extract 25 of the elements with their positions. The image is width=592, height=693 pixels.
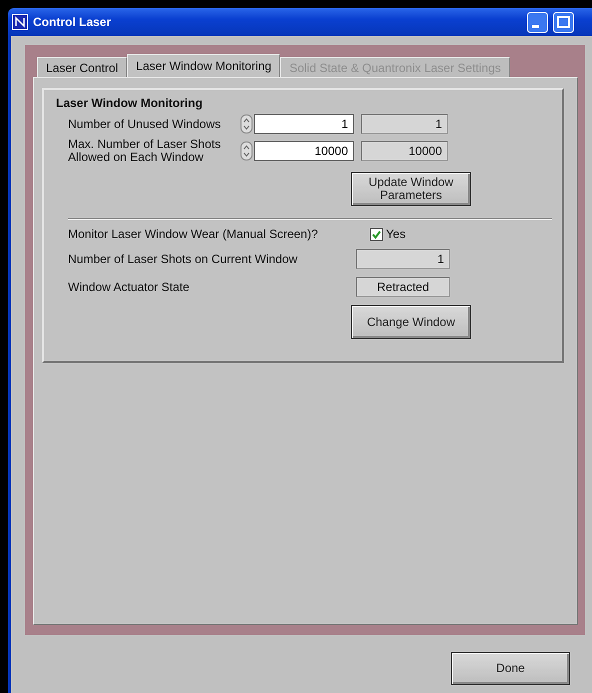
tab[interactable]: Laser Window Monitoring: [127, 54, 280, 77]
number-input[interactable]: 1: [254, 114, 354, 134]
spinner-icon[interactable]: [240, 114, 254, 134]
checkbox[interactable]: [370, 228, 383, 241]
update-button[interactable]: Update Window Parameters: [351, 172, 471, 206]
value-indicator: Retracted: [356, 277, 450, 297]
checkbox-label: Yes: [386, 228, 406, 241]
field-label: Number of Unused Windows: [68, 118, 222, 130]
value-indicator: 1: [356, 249, 450, 269]
spinner-icon[interactable]: [240, 141, 254, 161]
field-label: Number of Laser Shots on Current Window: [68, 252, 298, 266]
app-logo-icon: [12, 14, 28, 30]
group-heading: Laser Window Monitoring: [56, 96, 204, 110]
window-title: Control Laser: [33, 15, 112, 29]
value-indicator: 10000: [361, 141, 448, 161]
maximize-icon[interactable]: [553, 12, 574, 32]
done-button[interactable]: Done: [451, 652, 570, 685]
field-label: Monitor Laser Window Wear (Manual Screen)?: [68, 228, 319, 241]
minimize-icon[interactable]: [527, 12, 548, 32]
field-label: Max. Number of Laser Shots Allowed on Each Window: [68, 138, 222, 164]
number-input[interactable]: 10000: [254, 141, 354, 161]
change-window-button[interactable]: Change Window: [351, 305, 471, 339]
field-label: Window Actuator State: [68, 280, 190, 294]
tab[interactable]: Laser Control: [37, 57, 128, 77]
value-indicator: 1: [361, 114, 448, 134]
